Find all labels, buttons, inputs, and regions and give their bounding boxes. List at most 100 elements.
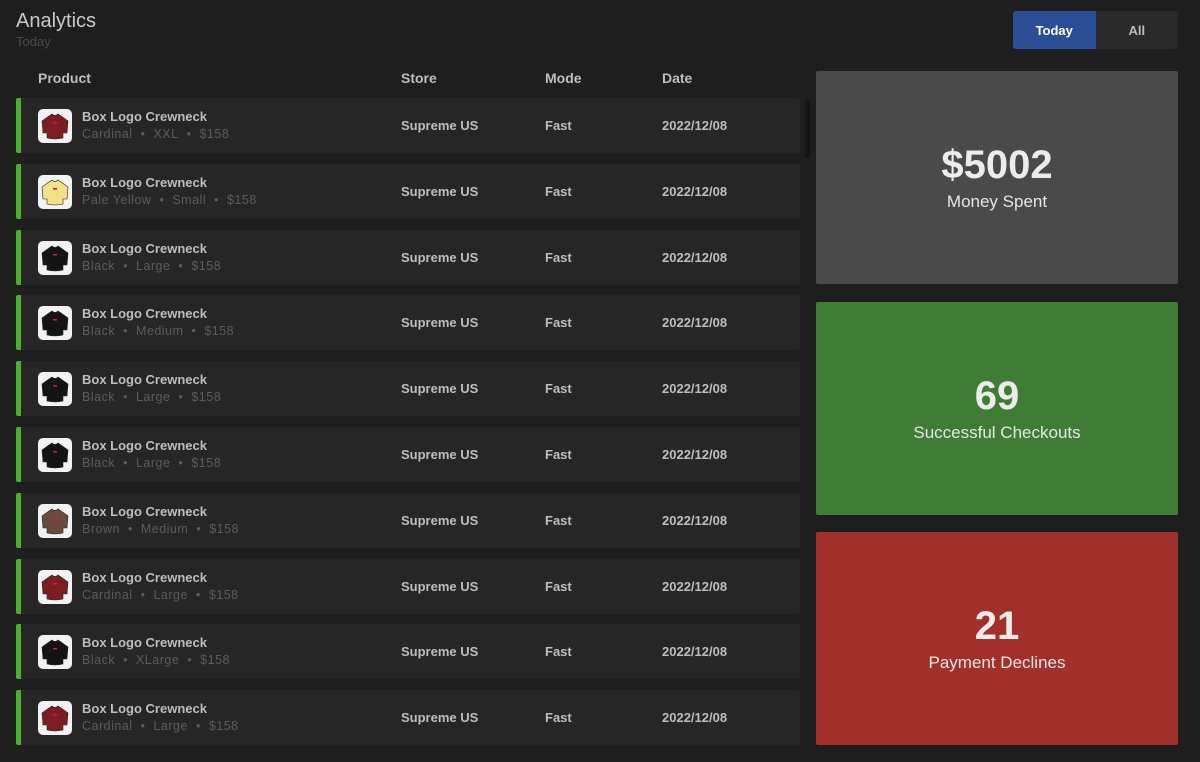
- payment-declines-card: 21 Payment Declines: [816, 532, 1178, 745]
- mode-cell: Fast: [545, 446, 572, 462]
- separator-dot: •: [140, 127, 146, 141]
- payment-declines-label: Payment Declines: [928, 652, 1066, 672]
- separator-dot: •: [140, 587, 146, 602]
- crewneck-icon: [41, 245, 69, 271]
- payment-declines-value: 21: [974, 603, 1020, 648]
- product-color: Black: [82, 324, 116, 339]
- product-size: Large: [135, 455, 171, 470]
- date-cell: 2022/12/08: [662, 710, 728, 726]
- date-cell: 2022/12/08: [662, 183, 728, 199]
- page-title: Analytics: [16, 10, 97, 32]
- filter-all-button[interactable]: All: [1096, 11, 1179, 49]
- product-name: Box Logo Crewneck: [82, 240, 207, 256]
- product-name: Box Logo Crewneck: [82, 503, 207, 519]
- product-variant: Cardinal • XXL • $158: [82, 127, 229, 141]
- mode-cell: Fast: [545, 183, 572, 199]
- crewneck-icon: [41, 508, 69, 535]
- crewneck-icon: [41, 705, 69, 732]
- product-size: XLarge: [135, 653, 180, 668]
- table-header: Product Store Mode Date: [0, 70, 800, 90]
- product-price: $158: [208, 719, 239, 734]
- store-cell: Supreme US: [401, 710, 479, 726]
- table-row[interactable]: Box Logo Crewneck Pale Yellow • Small • $158…: [16, 163, 800, 219]
- column-header-store[interactable]: Store: [401, 70, 437, 86]
- product-color: Pale Yellow: [82, 192, 152, 207]
- date-cell: 2022/12/08: [662, 118, 728, 133]
- table-row[interactable]: Box Logo Crewneck Black • Medium • $158 Supr…: [16, 295, 800, 351]
- crewneck-icon: [41, 574, 69, 600]
- mode-cell: Fast: [545, 315, 572, 331]
- separator-dot: •: [195, 719, 201, 734]
- date-cell: 2022/12/08: [662, 512, 728, 528]
- separator-dot: •: [187, 653, 193, 668]
- column-header-mode[interactable]: Mode: [545, 70, 582, 86]
- table-row[interactable]: Box Logo Crewneck Brown • Medium • $158 Supr…: [16, 492, 800, 548]
- product-thumbnail: [38, 109, 72, 143]
- product-thumbnail: [38, 635, 72, 670]
- money-spent-value: $5002: [941, 142, 1053, 187]
- separator-dot: •: [191, 324, 197, 339]
- page-subtitle: Today: [16, 34, 51, 49]
- product-size: Medium: [135, 324, 184, 339]
- crewneck-icon: [41, 179, 69, 206]
- product-thumbnail: [38, 306, 72, 341]
- product-name: Box Logo Crewneck: [82, 635, 207, 651]
- table-row[interactable]: Box Logo Crewneck Cardinal • Large • $158 Su…: [16, 690, 800, 746]
- scrollbar-thumb[interactable]: [805, 100, 810, 158]
- table-row[interactable]: Box Logo Crewneck Cardinal • Large • $158 Su…: [16, 558, 800, 614]
- product-price: $158: [191, 258, 222, 273]
- product-color: Black: [82, 258, 116, 273]
- product-size: Large: [153, 587, 188, 602]
- product-color: Cardinal: [82, 587, 133, 602]
- date-cell: 2022/12/08: [662, 644, 728, 660]
- mode-cell: Fast: [545, 512, 572, 528]
- product-price: $158: [200, 653, 230, 668]
- separator-dot: •: [123, 324, 128, 339]
- table-row[interactable]: Box Logo Crewneck Black • Large • $158 Supre…: [16, 361, 800, 417]
- separator-dot: •: [178, 390, 184, 405]
- table-row[interactable]: Box Logo Crewneck Black • XLarge • $158 Supr…: [16, 624, 800, 680]
- separator-dot: •: [123, 258, 128, 273]
- product-price: $158: [204, 324, 235, 339]
- table-row[interactable]: Box Logo Crewneck Cardinal • XXL • $158 Supr…: [16, 98, 800, 153]
- product-color: Cardinal: [82, 127, 133, 141]
- column-header-product[interactable]: Product: [38, 70, 91, 86]
- product-price: $158: [227, 192, 257, 207]
- product-size: Medium: [140, 521, 189, 536]
- successful-checkouts-card: 69 Successful Checkouts: [816, 302, 1178, 515]
- product-size: Large: [135, 258, 171, 273]
- store-cell: Supreme US: [401, 118, 479, 133]
- product-variant: Black • Medium • $158: [82, 324, 234, 338]
- product-price: $158: [191, 390, 222, 405]
- store-cell: Supreme US: [401, 446, 479, 462]
- separator-dot: •: [196, 521, 202, 536]
- product-name: Box Logo Crewneck: [82, 437, 207, 453]
- product-variant: Pale Yellow • Small • $158: [82, 193, 257, 207]
- table-row[interactable]: Box Logo Crewneck Black • Large • $158 Supre…: [16, 229, 800, 285]
- product-color: Black: [82, 455, 116, 470]
- filter-today-button[interactable]: Today: [1013, 11, 1096, 49]
- mode-cell: Fast: [545, 381, 572, 397]
- product-size: Small: [172, 192, 207, 207]
- separator-dot: •: [195, 587, 201, 602]
- product-color: Cardinal: [82, 719, 133, 734]
- checkout-list: Box Logo Crewneck Cardinal • XXL • $158 Supr…: [16, 98, 800, 756]
- crewneck-icon: [41, 113, 69, 140]
- table-row[interactable]: Box Logo Crewneck Black • Large • $158 Supre…: [16, 426, 800, 482]
- mode-cell: Fast: [545, 249, 572, 265]
- separator-dot: •: [123, 455, 128, 470]
- product-name: Box Logo Crewneck: [82, 372, 207, 388]
- product-thumbnail: [38, 701, 72, 736]
- product-variant: Brown • Medium • $158: [82, 522, 239, 536]
- separator-dot: •: [214, 192, 219, 207]
- product-thumbnail: [38, 437, 72, 472]
- product-variant: Black • Large • $158: [82, 390, 221, 404]
- product-variant: Black • XLarge • $158: [82, 653, 230, 667]
- date-cell: 2022/12/08: [662, 578, 728, 594]
- store-cell: Supreme US: [401, 183, 479, 199]
- product-variant: Cardinal • Large • $158: [82, 719, 239, 733]
- product-price: $158: [199, 127, 230, 141]
- date-cell: 2022/12/08: [662, 249, 728, 265]
- product-name: Box Logo Crewneck: [82, 174, 207, 190]
- column-header-date[interactable]: Date: [662, 70, 692, 86]
